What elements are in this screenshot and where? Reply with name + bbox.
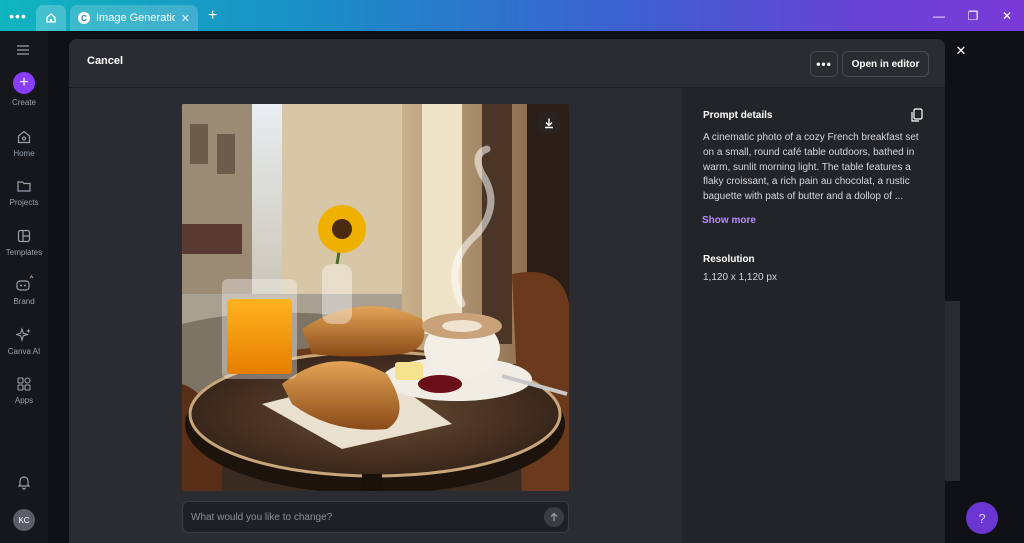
sidebar-item-create[interactable]: + Create — [0, 72, 48, 107]
sidebar-item-label: Canva AI — [7, 347, 41, 356]
tab-title: Image Generation -... — [96, 12, 175, 24]
copy-icon[interactable] — [909, 107, 925, 123]
sidebar-item-templates[interactable]: Templates — [0, 228, 48, 257]
modal-close-icon[interactable]: ✕ — [952, 42, 970, 60]
brand-icon — [16, 275, 34, 291]
browser-tab-image-generation[interactable]: C Image Generation -... ✕ — [70, 5, 198, 31]
minimize-icon[interactable]: — — [922, 0, 956, 31]
home-icon — [17, 130, 31, 144]
sidebar-item-label: Create — [11, 98, 36, 107]
image-preview-area — [69, 88, 682, 543]
tab-close-icon[interactable]: ✕ — [181, 12, 190, 25]
change-prompt-box — [182, 501, 569, 533]
prompt-text: A cinematic photo of a cozy French break… — [703, 132, 919, 203]
image-generation-modal: Cancel ••• Open in editor What would you… — [69, 39, 945, 543]
open-in-editor-button[interactable]: Open in editor — [842, 51, 929, 77]
browser-menu-button[interactable]: ••• — [0, 0, 36, 31]
hamburger-menu-icon[interactable] — [16, 44, 30, 56]
sparkle-icon — [16, 327, 31, 342]
browser-titlebar: ••• C Image Generation -... ✕ + — ❐ ✕ — [0, 0, 1024, 31]
window-controls: — ❐ ✕ — [922, 0, 1024, 31]
home-tab-button[interactable] — [36, 5, 66, 31]
sidebar-item-label: Apps — [14, 396, 34, 405]
sidebar-item-projects[interactable]: Projects — [0, 178, 48, 207]
notifications-button[interactable] — [0, 474, 48, 494]
more-options-button[interactable]: ••• — [810, 51, 838, 77]
resolution-heading: Resolution — [703, 254, 755, 265]
sidebar-item-label: Home — [13, 149, 35, 158]
templates-icon — [17, 229, 31, 243]
cancel-button[interactable]: Cancel — [87, 55, 123, 67]
home-icon — [46, 13, 56, 23]
sidebar-item-brand[interactable]: Brand — [0, 275, 48, 306]
sidebar-item-label: Brand — [13, 297, 35, 306]
prompt-details-panel: Prompt details A cinematic photo of a co… — [682, 88, 945, 543]
restore-icon[interactable]: ❐ — [956, 0, 990, 31]
canva-favicon-icon: C — [78, 12, 90, 24]
new-tab-button[interactable]: + — [208, 7, 217, 25]
submit-change-button[interactable] — [544, 507, 564, 527]
sidebar-item-canva-ai[interactable]: Canva AI — [0, 327, 48, 356]
download-icon — [545, 118, 553, 129]
help-button[interactable]: ? — [966, 502, 998, 534]
sidebar-item-apps[interactable]: Apps — [0, 376, 48, 405]
arrow-up-icon — [550, 512, 558, 521]
folder-icon — [17, 181, 31, 192]
change-prompt-input[interactable] — [191, 502, 531, 532]
breakfast-photo-illustration — [182, 104, 569, 491]
sidebar-item-home[interactable]: Home — [0, 129, 48, 158]
prompt-details-heading: Prompt details — [703, 110, 773, 121]
apps-icon — [17, 377, 31, 391]
show-more-link[interactable]: Show more — [702, 215, 756, 226]
download-button[interactable] — [538, 112, 560, 134]
bell-icon — [17, 476, 31, 490]
sidebar-item-label: Projects — [9, 198, 39, 207]
resolution-value: 1,120 x 1,120 px — [703, 272, 777, 283]
window-close-icon[interactable]: ✕ — [990, 0, 1024, 31]
sidebar-item-label: Templates — [5, 248, 43, 257]
plus-icon: + — [13, 72, 35, 94]
modal-header: Cancel ••• Open in editor — [69, 39, 945, 88]
generated-image[interactable] — [182, 104, 569, 491]
avatar[interactable]: KC — [13, 509, 35, 531]
left-sidebar: + Create Home Projects Templates Brand C… — [0, 31, 48, 543]
